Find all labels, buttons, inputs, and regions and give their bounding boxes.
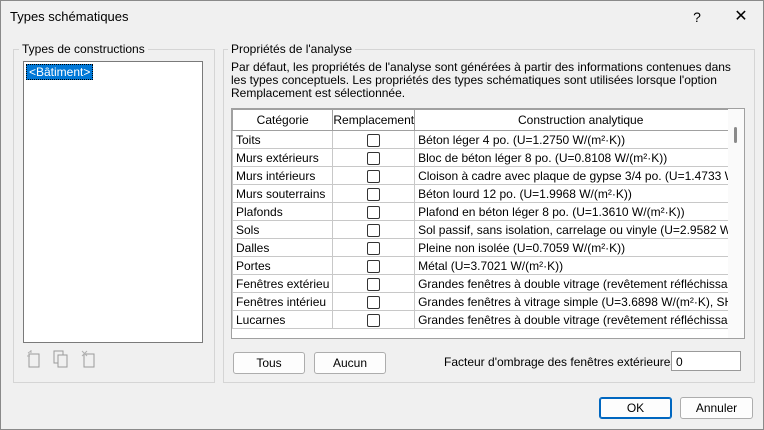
category-cell: Murs souterrains <box>232 184 334 203</box>
category-cell: Murs intérieurs <box>232 166 334 185</box>
construction-cell[interactable]: Grandes fenêtres à double vitrage (revêt… <box>414 274 744 293</box>
category-cell: Fenêtres extérieu <box>232 274 334 293</box>
shading-factor-input[interactable]: 0 <box>671 351 741 371</box>
shading-factor-label: Facteur d'ombrage des fenêtres extérieur… <box>444 355 680 369</box>
vertical-scrollbar[interactable] <box>728 109 744 338</box>
category-cell: Lucarnes <box>232 310 334 329</box>
override-checkbox[interactable] <box>367 151 381 165</box>
table-row[interactable]: Portes Métal (U=3.7021 W/(m²·K)) <box>232 256 744 275</box>
override-cell <box>332 148 416 167</box>
override-cell <box>332 292 416 311</box>
override-checkbox[interactable] <box>367 295 381 309</box>
dialog-window: Types schématiques ? ✕ Types de construc… <box>0 0 764 430</box>
table-row[interactable]: Murs extérieurs Bloc de béton léger 8 po.… <box>232 148 744 167</box>
category-cell: Plafonds <box>232 202 334 221</box>
override-checkbox[interactable] <box>367 205 381 219</box>
construction-cell[interactable]: Sol passif, sans isolation, carrelage ou… <box>414 220 744 239</box>
override-cell <box>332 256 416 275</box>
category-cell: Toits <box>232 130 334 149</box>
table-header: Catégorie Remplacement Construction anal… <box>232 109 744 131</box>
table-row[interactable]: Plafonds Plafond en béton léger 8 po. (U=… <box>232 202 744 221</box>
override-checkbox[interactable] <box>367 133 381 147</box>
category-cell: Portes <box>232 256 334 275</box>
cancel-button[interactable]: Annuler <box>680 397 753 419</box>
column-header-category[interactable]: Catégorie <box>232 109 334 131</box>
construction-types-label: Types de constructions <box>19 42 148 56</box>
help-button[interactable]: ? <box>687 7 707 27</box>
table-row[interactable]: Fenêtres intérieu Grandes fenêtres à vitr… <box>232 292 744 311</box>
override-checkbox[interactable] <box>367 241 381 255</box>
new-type-icon[interactable] <box>26 350 42 368</box>
list-item-building[interactable]: <Bâtiment> <box>26 64 94 80</box>
override-checkbox[interactable] <box>367 277 381 291</box>
category-cell: Sols <box>232 220 334 239</box>
construction-cell[interactable]: Béton lourd 12 po. (U=1.9968 W/(m²·K)) <box>414 184 744 203</box>
title-bar: Types schématiques ? ✕ <box>1 1 763 33</box>
construction-cell[interactable]: Béton léger 4 po. (U=1.2750 W/(m²·K)) <box>414 130 744 149</box>
category-cell: Dalles <box>232 238 334 257</box>
construction-cell[interactable]: Plafond en béton léger 8 po. (U=1.3610 W… <box>414 202 744 221</box>
select-all-button[interactable]: Tous <box>233 352 305 374</box>
dialog-title: Types schématiques <box>10 9 129 24</box>
table-row[interactable]: Fenêtres extérieu Grandes fenêtres à doub… <box>232 274 744 293</box>
override-cell <box>332 274 416 293</box>
ok-button[interactable]: OK <box>599 397 672 419</box>
construction-cell[interactable]: Bloc de béton léger 8 po. (U=0.8108 W/(m… <box>414 148 744 167</box>
table-row[interactable]: Lucarnes Grandes fenêtres à double vitrag… <box>232 310 744 329</box>
construction-cell[interactable]: Pleine non isolée (U=0.7059 W/(m²·K)) <box>414 238 744 257</box>
override-checkbox[interactable] <box>367 259 381 273</box>
properties-table: Catégorie Remplacement Construction anal… <box>232 109 744 329</box>
override-cell <box>332 130 416 149</box>
override-cell <box>332 202 416 221</box>
duplicate-type-icon[interactable] <box>53 350 69 368</box>
override-checkbox[interactable] <box>367 187 381 201</box>
analysis-description: Par défaut, les propriétés de l'analyse … <box>231 60 731 100</box>
analysis-properties-grid: Catégorie Remplacement Construction anal… <box>231 108 745 339</box>
override-cell <box>332 310 416 329</box>
table-row[interactable]: Murs intérieurs Cloison à cadre avec plaq… <box>232 166 744 185</box>
override-checkbox[interactable] <box>367 313 381 327</box>
select-none-button[interactable]: Aucun <box>314 352 386 374</box>
analysis-properties-label: Propriétés de l'analyse <box>228 42 356 56</box>
override-cell <box>332 184 416 203</box>
category-cell: Fenêtres intérieu <box>232 292 334 311</box>
column-header-construction[interactable]: Construction analytique <box>414 109 744 131</box>
delete-type-icon[interactable] <box>81 350 97 368</box>
construction-types-list[interactable]: <Bâtiment> <box>23 61 203 343</box>
column-header-override[interactable]: Remplacement <box>332 109 416 131</box>
override-cell <box>332 238 416 257</box>
construction-cell[interactable]: Grandes fenêtres à vitrage simple (U=3.6… <box>414 292 744 311</box>
scrollbar-thumb[interactable] <box>734 127 737 143</box>
close-button[interactable]: ✕ <box>731 7 751 27</box>
override-cell <box>332 220 416 239</box>
construction-cell[interactable]: Cloison à cadre avec plaque de gypse 3/4… <box>414 166 744 185</box>
override-cell <box>332 166 416 185</box>
construction-cell[interactable]: Grandes fenêtres à double vitrage (revêt… <box>414 310 744 329</box>
table-row[interactable]: Dalles Pleine non isolée (U=0.7059 W/(m²·… <box>232 238 744 257</box>
table-body: Toits Béton léger 4 po. (U=1.2750 W/(m²·K… <box>232 130 744 329</box>
override-checkbox[interactable] <box>367 223 381 237</box>
construction-cell[interactable]: Métal (U=3.7021 W/(m²·K)) <box>414 256 744 275</box>
table-row[interactable]: Toits Béton léger 4 po. (U=1.2750 W/(m²·K… <box>232 130 744 149</box>
override-checkbox[interactable] <box>367 169 381 183</box>
table-row[interactable]: Sols Sol passif, sans isolation, carrelag… <box>232 220 744 239</box>
category-cell: Murs extérieurs <box>232 148 334 167</box>
table-row[interactable]: Murs souterrains Béton lourd 12 po. (U=1.… <box>232 184 744 203</box>
